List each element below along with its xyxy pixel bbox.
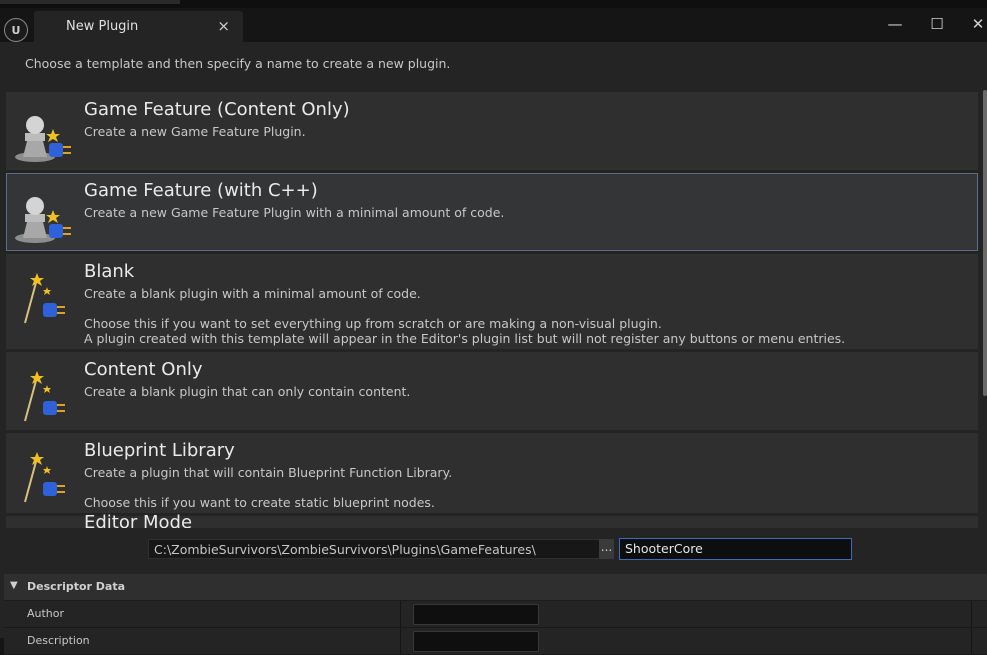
property-row-author: Author: [4, 601, 987, 628]
template-item[interactable]: Blank Create a blank plugin with a minim…: [6, 254, 978, 349]
column-divider[interactable]: [400, 601, 401, 627]
template-description: Create a new Game Feature Plugin.: [84, 124, 306, 139]
template-list: Game Feature (Content Only) Create a new…: [4, 90, 980, 528]
description-line: Create a new Game Feature Plugin.: [84, 124, 306, 139]
template-item-selected[interactable]: Game Feature (with C++) Create a new Gam…: [6, 173, 978, 251]
top-strip: [0, 0, 987, 8]
intro-text: Choose a template and then specify a nam…: [25, 56, 451, 71]
description-line: Create a new Game Feature Plugin with a …: [84, 205, 505, 220]
template-title: Blueprint Library: [84, 440, 235, 461]
template-title: Editor Mode: [84, 512, 193, 528]
tab-new-plugin[interactable]: New Plugin ×: [34, 11, 243, 42]
template-description: Create a new Game Feature Plugin with a …: [84, 205, 504, 220]
description-line: Choose this if you want to set everythin…: [84, 316, 662, 331]
section-title: Descriptor Data: [27, 580, 126, 593]
column-divider[interactable]: [400, 628, 401, 654]
description-line: Create a blank plugin with a minimal amo…: [84, 286, 421, 301]
template-description: Create a plugin that will contain Bluepr…: [84, 465, 452, 510]
plugin-name-input[interactable]: ShooterCore: [619, 538, 852, 560]
tab-close-icon[interactable]: ×: [217, 17, 230, 35]
unreal-logo-icon: U: [4, 18, 28, 42]
magic-wand-plug-icon: [24, 452, 65, 503]
scrollbar[interactable]: [983, 90, 987, 396]
maximize-icon[interactable]: ☐: [925, 12, 949, 36]
template-description: Create a blank plugin with a minimal amo…: [84, 286, 845, 346]
game-feature-pawn-icon: [15, 197, 71, 243]
descriptor-panel: ▼ Descriptor Data Author Description: [4, 574, 987, 655]
column-divider: [971, 628, 972, 654]
author-input[interactable]: [413, 604, 539, 625]
property-label: Description: [27, 634, 90, 647]
template-title: Blank: [84, 261, 135, 282]
template-description: Create a blank plugin that can only cont…: [84, 384, 410, 399]
template-title: Content Only: [84, 359, 203, 380]
chevron-down-icon[interactable]: ▼: [10, 580, 18, 591]
top-strip-segment: [0, 0, 180, 4]
descriptor-section-header[interactable]: ▼ Descriptor Data: [4, 574, 987, 600]
description-input[interactable]: [413, 631, 539, 652]
template-title: Game Feature (Content Only): [84, 99, 350, 120]
title-bar: U New Plugin × — ☐ ✕: [0, 8, 987, 42]
plugin-path-field[interactable]: C:\ZombieSurvivors\ZombieSurvivors\Plugi…: [148, 539, 600, 559]
close-window-icon[interactable]: ✕: [966, 12, 987, 36]
column-divider: [971, 601, 972, 627]
dialog-body: Choose a template and then specify a nam…: [0, 42, 987, 655]
property-label: Author: [27, 607, 65, 620]
template-title: Game Feature (with C++): [84, 180, 318, 201]
property-row-description: Description: [4, 628, 987, 655]
description-line: Choose this if you want to create static…: [84, 495, 435, 510]
magic-wand-plug-icon: [24, 371, 65, 422]
tab-label: New Plugin: [66, 19, 139, 34]
minimize-icon[interactable]: —: [883, 12, 907, 36]
template-item[interactable]: Game Feature (Content Only) Create a new…: [6, 92, 978, 170]
browse-button[interactable]: ...: [599, 539, 614, 559]
description-line: Create a blank plugin that can only cont…: [84, 384, 411, 399]
template-item[interactable]: Content Only Create a blank plugin that …: [6, 352, 978, 430]
magic-wand-plug-icon: [13, 527, 75, 528]
magic-wand-plug-icon: [24, 273, 65, 324]
template-item[interactable]: Editor Mode: [6, 512, 978, 528]
game-feature-pawn-icon: [15, 116, 71, 162]
template-item[interactable]: Blueprint Library Create a plugin that w…: [6, 433, 978, 513]
description-line: A plugin created with this template will…: [84, 331, 846, 346]
description-line: Create a plugin that will contain Bluepr…: [84, 465, 453, 480]
